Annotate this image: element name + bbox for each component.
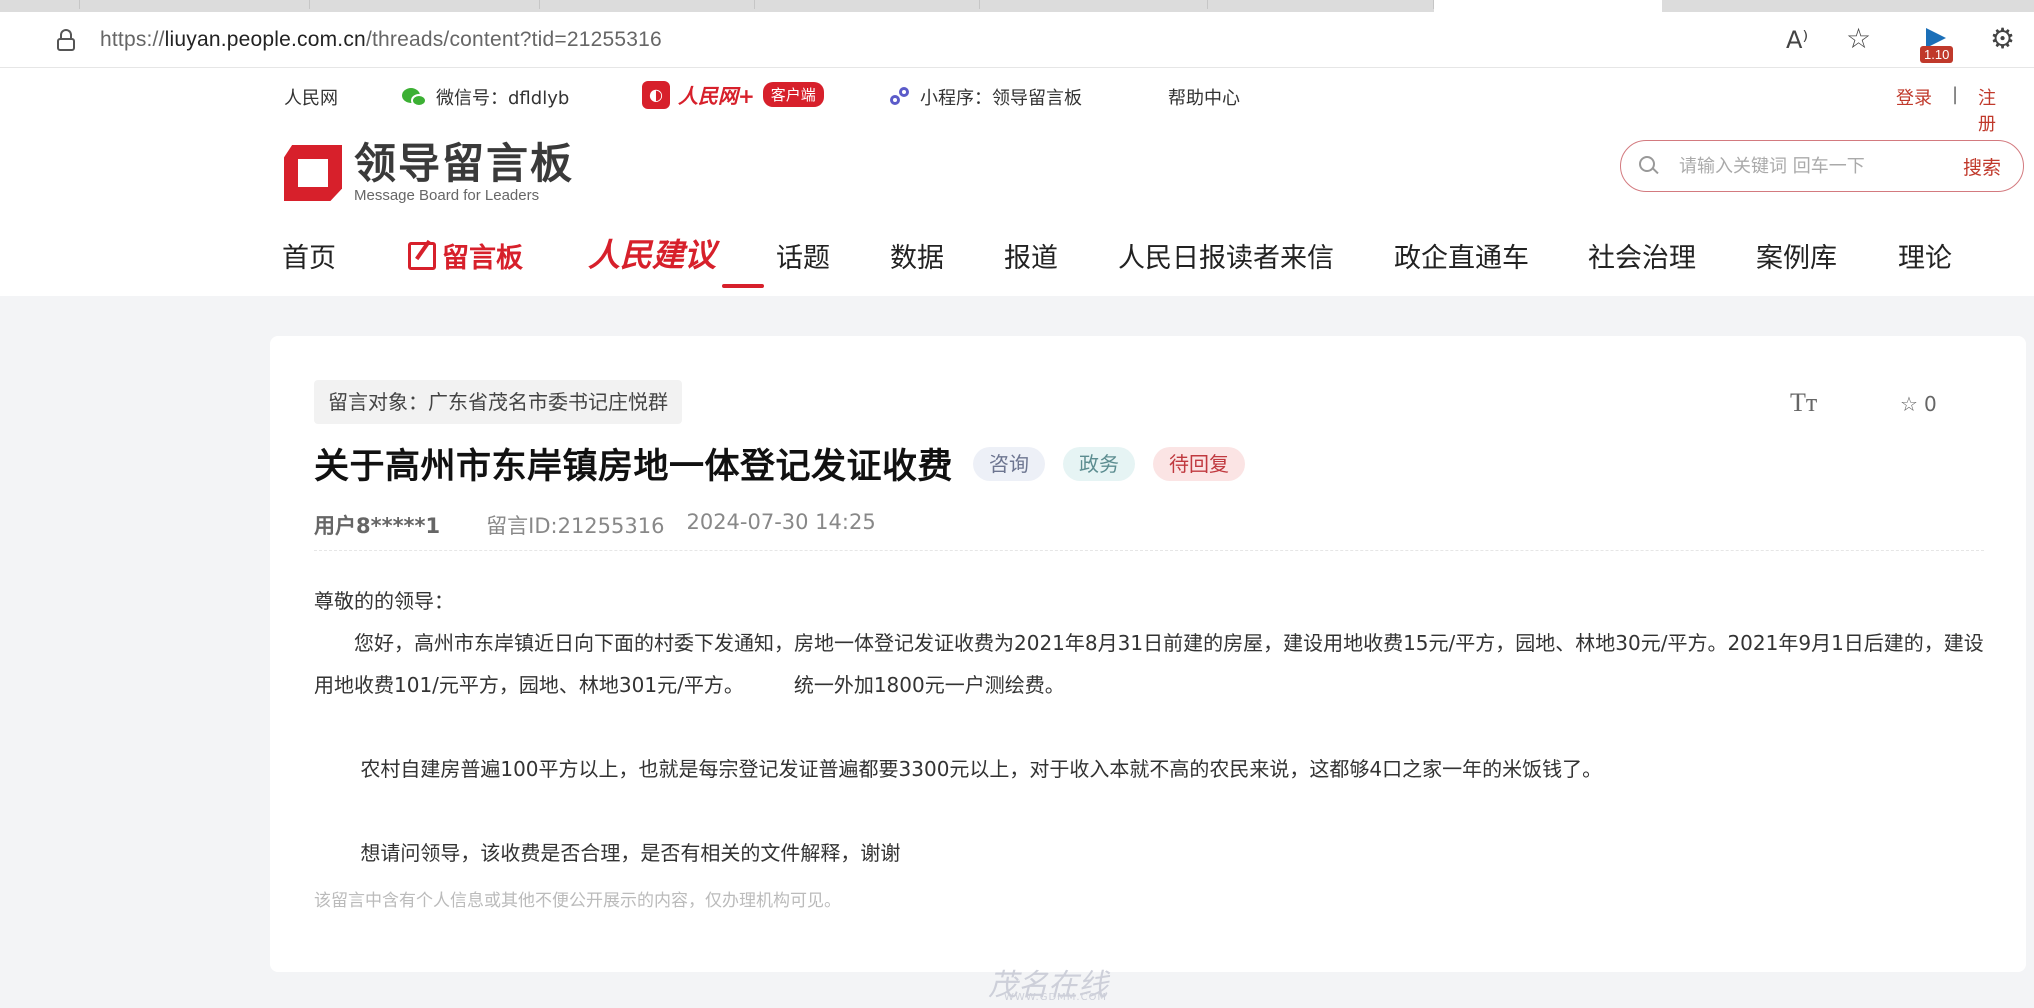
url-text[interactable]: https://liuyan.people.com.cn/threads/con… [100, 28, 662, 52]
tab-divider [540, 0, 755, 9]
wechat-icon [402, 86, 428, 108]
main-nav: 首页 留言板 人民建议 话题 数据 报道 人民日报读者来信 政企直通车 社会治理… [282, 226, 2022, 296]
extension-icon[interactable]: 1.10 [1920, 24, 1956, 63]
paragraph-1: 您好，高州市东岸镇近日向下面的村委下发通知，房地一体登记发证收费为2021年8月… [314, 631, 1984, 697]
greeting: 尊敬的的领导： [314, 589, 454, 613]
register-link[interactable]: 注册 [1978, 84, 2004, 136]
logo-title: 领导留言板 [354, 139, 575, 188]
people-net-link[interactable]: 人民网 [284, 84, 338, 110]
lock-icon[interactable] [56, 29, 76, 51]
miniprogram-icon [888, 85, 912, 109]
star-icon: ☆ [1900, 392, 1918, 416]
watermark-url: WWW.GDMM.COM [1004, 992, 1108, 1003]
message-id: 留言ID:21255316 [486, 514, 665, 538]
logo-mark-icon [284, 145, 342, 201]
site-header: 人民网 微信号：dfldlyb ◐ 人民网+ 客户端 小程序：领导留言板 帮助中… [0, 68, 2034, 296]
message-title: 关于高州市东岸镇房地一体登记发证收费 [314, 447, 954, 487]
message-card: 留言对象：广东省茂名市委书记庄悦群 Tᴛ ☆ 0 关于高州市东岸镇房地一体登记发… [270, 336, 2026, 972]
tab-divider [0, 0, 80, 9]
nav-data[interactable]: 数据 [890, 236, 944, 275]
tab-divider [80, 0, 310, 9]
search-button[interactable]: 搜索 [1963, 153, 2001, 180]
nav-theory[interactable]: 理论 [1898, 236, 1952, 275]
miniprogram-label: 小程序：领导留言板 [920, 88, 1082, 109]
nav-reports[interactable]: 报道 [1004, 236, 1058, 275]
browser-toolbar: https://liuyan.people.com.cn/threads/con… [0, 12, 2034, 68]
favorite-count: 0 [1923, 392, 1937, 416]
edit-icon [408, 241, 436, 270]
paragraph-2: 农村自建房普遍100平方以上，也就是每宗登记发证普遍都要3300元以上，对于收入… [314, 757, 1603, 781]
privacy-notice: 该留言中含有个人信息或其他不便公开展示的内容，仅办理机构可见。 [314, 891, 841, 911]
tag-consult: 咨询 [973, 446, 1046, 481]
paragraph-3: 想请问领导，该收费是否合理，是否有相关的文件解释，谢谢 [314, 841, 901, 865]
wechat-link[interactable]: 微信号：dfldlyb [402, 84, 569, 110]
nav-letters[interactable]: 人民日报读者来信 [1118, 236, 1334, 275]
tab-divider [755, 0, 980, 9]
status-badge: 待回复 [1153, 446, 1246, 481]
site-logo[interactable]: 领导留言板 Message Board for Leaders [284, 140, 574, 206]
read-aloud-icon[interactable]: A⁾ [1786, 26, 1808, 54]
message-body: 尊敬的的领导： 您好，高州市东岸镇近日向下面的村委下发通知，房地一体登记发证收费… [314, 580, 1986, 874]
wechat-label: 微信号：dfldlyb [436, 88, 570, 109]
browser-tab-strip [0, 0, 2034, 12]
active-nav-indicator [722, 284, 764, 288]
nav-governance[interactable]: 社会治理 [1588, 236, 1696, 275]
nav-cases[interactable]: 案例库 [1756, 236, 1837, 275]
nav-board[interactable]: 留言板 [408, 236, 523, 275]
tab-divider [1208, 0, 1434, 9]
nav-enterprise[interactable]: 政企直通车 [1394, 236, 1529, 275]
search-icon [1639, 156, 1659, 176]
logo-subtitle: Message Board for Leaders [354, 187, 540, 204]
message-datetime: 2024-07-30 14:25 [686, 510, 876, 534]
people-app-icon: ◐ [642, 80, 670, 109]
people-app-name: 人民网+ [678, 84, 755, 108]
tag-gov: 政务 [1063, 446, 1136, 481]
client-badge: 客户端 [762, 82, 824, 107]
active-tab[interactable] [1434, 0, 1662, 12]
message-target: 留言对象：广东省茂名市委书记庄悦群 [314, 380, 682, 424]
divider [314, 550, 1984, 551]
address-bar[interactable]: https://liuyan.people.com.cn/threads/con… [28, 18, 1896, 62]
search-input[interactable] [1679, 155, 1959, 177]
top-links-bar: 人民网 微信号：dfldlyb ◐ 人民网+ 客户端 小程序：领导留言板 帮助中… [284, 78, 2004, 135]
font-size-icon[interactable]: Tᴛ [1790, 388, 1817, 418]
login-link[interactable]: 登录 [1896, 84, 1932, 110]
title-row: 关于高州市东岸镇房地一体登记发证收费 咨询 政务 待回复 [314, 438, 1246, 489]
nav-home[interactable]: 首页 [282, 236, 336, 275]
search-box: 搜索 [1620, 140, 2024, 192]
nav-topics[interactable]: 话题 [776, 236, 830, 275]
nav-suggest[interactable]: 人民建议 [588, 230, 716, 276]
favorite-button[interactable]: ☆ 0 [1900, 392, 1937, 416]
tab-divider [310, 0, 540, 9]
help-center-link[interactable]: 帮助中心 [1168, 84, 1240, 110]
people-app-link[interactable]: ◐ 人民网+ 客户端 [642, 80, 824, 109]
nav-board-label: 留言板 [442, 243, 523, 274]
miniprogram-link[interactable]: 小程序：领导留言板 [888, 84, 1082, 110]
extensions-icon[interactable]: ⚙ [1990, 22, 2015, 55]
favorite-icon[interactable]: ☆ [1846, 22, 1871, 55]
site-watermark: 茂名在线 WWW.GDMM.COM [918, 964, 1118, 1004]
author: 用户8*****1 [314, 514, 441, 538]
message-meta: 用户8*****1 留言ID:21255316 2024-07-30 14:25 [314, 510, 876, 540]
login-separator: | [1952, 84, 1959, 105]
tab-divider [980, 0, 1208, 9]
